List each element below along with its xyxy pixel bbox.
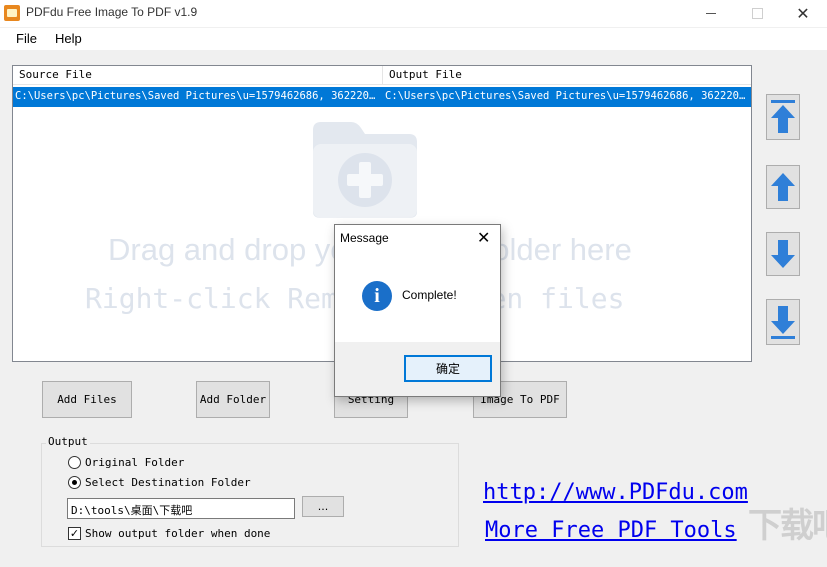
dialog-close-icon[interactable]: ✕ xyxy=(477,228,490,247)
move-to-top-button[interactable] xyxy=(766,94,800,140)
move-up-button[interactable] xyxy=(766,165,800,209)
pdfdu-logo-icon xyxy=(4,5,20,21)
show-output-folder-label: Show output folder when done xyxy=(85,527,271,540)
arrow-down-icon xyxy=(771,240,795,268)
source-file-cell: C:\Users\pc\Pictures\Saved Pictures\u=15… xyxy=(15,90,380,102)
column-header-source[interactable]: Source File xyxy=(13,66,383,85)
browse-button[interactable]: ... xyxy=(302,496,344,517)
ok-button[interactable]: 确定 xyxy=(404,355,492,382)
title-bar: PDFdu Free Image To PDF v1.9 ✕ xyxy=(0,0,827,27)
original-folder-radio[interactable] xyxy=(68,456,81,469)
info-icon: i xyxy=(362,281,392,311)
add-folder-watermark-icon xyxy=(313,122,417,218)
destination-path-input[interactable]: D:\tools\桌面\下载吧 xyxy=(67,498,295,519)
output-file-cell: C:\Users\pc\Pictures\Saved Pictures\u=15… xyxy=(385,90,749,102)
minimize-button[interactable] xyxy=(688,0,734,27)
column-header-output[interactable]: Output File xyxy=(383,66,751,85)
table-row[interactable]: C:\Users\pc\Pictures\Saved Pictures\u=15… xyxy=(13,87,751,107)
dialog-title: Message xyxy=(340,231,389,245)
show-output-folder-checkbox[interactable]: ✓ xyxy=(68,527,81,540)
dialog-body: i Complete! xyxy=(335,252,500,342)
add-folder-button[interactable]: Add Folder xyxy=(196,381,270,418)
add-files-button[interactable]: Add Files xyxy=(42,381,132,418)
window-title: PDFdu Free Image To PDF v1.9 xyxy=(26,5,198,19)
site-watermark: 下载吧 xyxy=(748,506,827,546)
more-tools-link[interactable]: More Free PDF Tools xyxy=(485,518,737,543)
website-link[interactable]: http://www.PDFdu.com xyxy=(483,480,748,505)
select-destination-radio[interactable] xyxy=(68,476,81,489)
dialog-message: Complete! xyxy=(402,288,457,302)
move-to-bottom-button[interactable] xyxy=(766,299,800,345)
dialog-title-bar: Message ✕ xyxy=(335,225,500,252)
arrow-up-icon xyxy=(771,173,795,201)
move-bottom-icon xyxy=(771,306,795,339)
message-dialog: Message ✕ i Complete! 确定 xyxy=(334,224,501,397)
select-destination-label: Select Destination Folder xyxy=(85,476,251,489)
menu-file[interactable]: File xyxy=(16,31,37,46)
original-folder-label: Original Folder xyxy=(85,456,185,469)
move-down-button[interactable] xyxy=(766,232,800,276)
output-group-title: Output xyxy=(46,435,90,448)
menu-bar: File Help xyxy=(0,28,827,50)
maximize-button[interactable] xyxy=(734,0,780,27)
move-top-icon xyxy=(771,100,795,133)
close-button[interactable]: ✕ xyxy=(780,0,826,27)
menu-help[interactable]: Help xyxy=(55,31,82,46)
